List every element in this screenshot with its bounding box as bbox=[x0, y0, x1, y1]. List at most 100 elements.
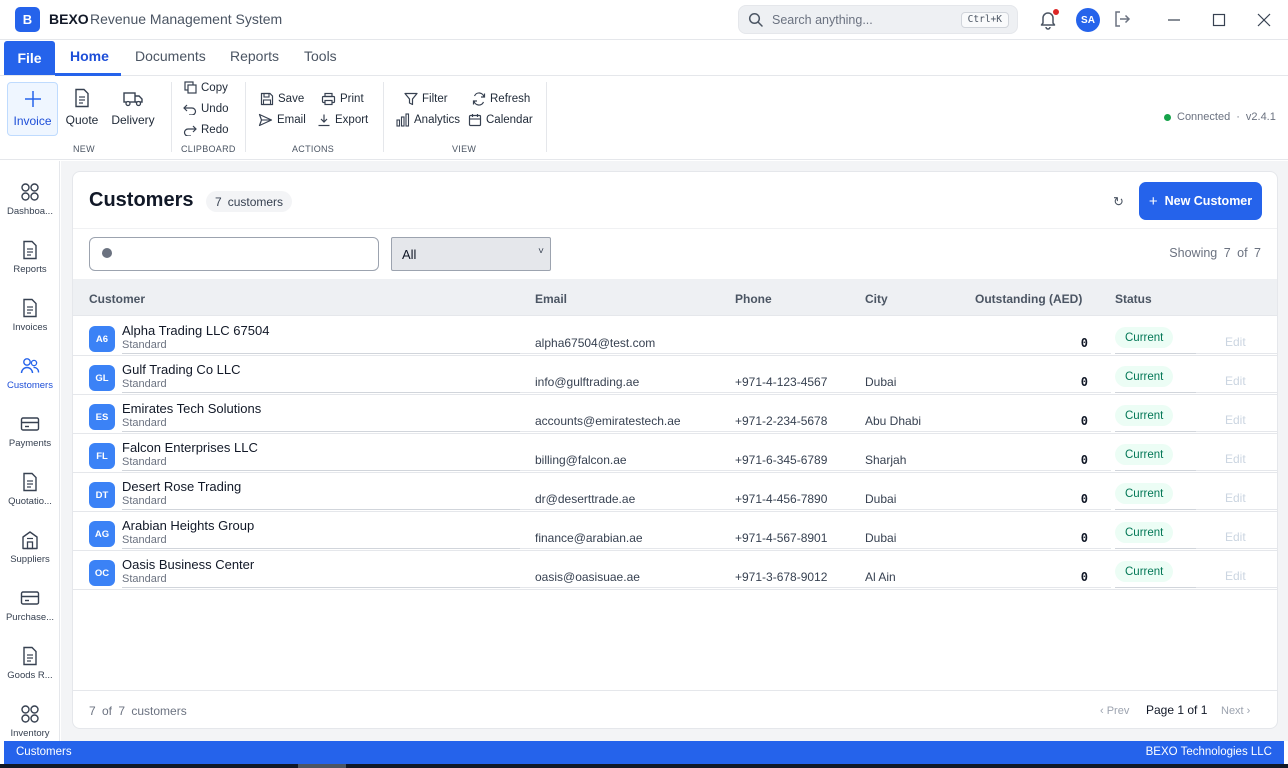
table-row[interactable]: FL Falcon Enterprises LLC Standard billing@… bbox=[73, 434, 1277, 473]
customer-tier: Standard bbox=[122, 378, 167, 390]
notifications-button[interactable] bbox=[1037, 8, 1060, 33]
edit-button[interactable]: Edit bbox=[1225, 335, 1246, 349]
undo-button[interactable]: Undo bbox=[183, 102, 229, 115]
edit-button[interactable]: Edit bbox=[1225, 491, 1246, 505]
divider bbox=[73, 228, 1277, 229]
tab-tools[interactable]: Tools bbox=[304, 48, 337, 64]
status-bar-section: Customers bbox=[16, 746, 72, 758]
column-header-phone[interactable]: Phone bbox=[735, 292, 772, 306]
customer-name[interactable]: Arabian Heights Group bbox=[122, 518, 254, 533]
cell-divider bbox=[520, 587, 1111, 588]
customer-search-field[interactable] bbox=[89, 237, 379, 271]
print-button[interactable]: Print bbox=[321, 92, 364, 106]
customer-name[interactable]: Falcon Enterprises LLC bbox=[122, 440, 258, 455]
tab-home[interactable]: Home bbox=[70, 48, 109, 64]
table-row[interactable]: DT Desert Rose Trading Standard dr@deserttr… bbox=[73, 473, 1277, 512]
column-header-outstanding[interactable]: Outstanding (AED) bbox=[975, 292, 1082, 306]
edit-button[interactable]: Edit bbox=[1225, 530, 1246, 544]
sidebar-item-purchase[interactable]: Purchase... bbox=[0, 579, 60, 637]
bell-icon bbox=[1037, 12, 1059, 33]
print-icon bbox=[321, 92, 336, 106]
maximize-button[interactable] bbox=[1205, 6, 1233, 34]
sidebar-item-suppliers[interactable]: Suppliers bbox=[0, 521, 60, 579]
ribbon-group-new-label: NEW bbox=[73, 144, 95, 154]
search-placeholder: Search anything... bbox=[772, 13, 873, 27]
sidebar-item-payments[interactable]: Payments bbox=[0, 405, 60, 463]
card-icon bbox=[20, 587, 40, 609]
sidebar-item-quotations[interactable]: Quotatio... bbox=[0, 463, 60, 521]
redo-button[interactable]: Redo bbox=[183, 123, 229, 136]
new-delivery-button[interactable]: Delivery bbox=[108, 82, 158, 136]
filter-icon bbox=[404, 92, 418, 106]
file-menu-button[interactable]: File bbox=[4, 41, 55, 75]
column-header-city[interactable]: City bbox=[865, 292, 888, 306]
search-indicator-icon bbox=[102, 248, 112, 258]
logout-icon[interactable] bbox=[1112, 9, 1132, 32]
tab-documents[interactable]: Documents bbox=[135, 48, 206, 64]
table-row[interactable]: A6 Alpha Trading LLC 67504 Standard alpha67… bbox=[73, 317, 1277, 356]
table-row[interactable]: AG Arabian Heights Group Standard finance@a… bbox=[73, 512, 1277, 551]
cell-divider bbox=[520, 509, 1111, 510]
sidebar-item-reports[interactable]: Reports bbox=[0, 231, 60, 289]
column-header-email[interactable]: Email bbox=[535, 292, 567, 306]
column-header-status[interactable]: Status bbox=[1115, 292, 1152, 306]
save-icon bbox=[260, 92, 274, 106]
close-button[interactable] bbox=[1250, 6, 1278, 34]
calendar-button[interactable]: Calendar bbox=[468, 113, 533, 127]
table-row[interactable]: GL Gulf Trading Co LLC Standard info@gulftr… bbox=[73, 356, 1277, 395]
customer-search-input[interactable] bbox=[118, 244, 368, 264]
save-label: Save bbox=[278, 93, 305, 105]
tab-reports[interactable]: Reports bbox=[230, 48, 279, 64]
edit-button[interactable]: Edit bbox=[1225, 413, 1246, 427]
copy-button[interactable]: Copy bbox=[184, 81, 228, 94]
user-avatar[interactable]: SA bbox=[1076, 8, 1100, 32]
new-invoice-button[interactable]: Invoice bbox=[7, 82, 58, 136]
sidebar-item-dashboard[interactable]: Dashboa... bbox=[0, 173, 60, 231]
cell-divider bbox=[122, 509, 520, 510]
sidebar-item-label: Suppliers bbox=[10, 554, 50, 565]
save-button[interactable]: Save bbox=[260, 92, 304, 106]
customer-name[interactable]: Emirates Tech Solutions bbox=[122, 401, 261, 416]
prev-page-button[interactable]: ‹ Prev bbox=[1100, 705, 1129, 717]
refresh-button[interactable]: Refresh bbox=[472, 92, 530, 106]
reload-icon[interactable]: ↻ bbox=[1113, 194, 1124, 210]
edit-button[interactable]: Edit bbox=[1225, 569, 1246, 583]
analytics-button[interactable]: Analytics bbox=[396, 113, 460, 127]
sidebar-item-customers[interactable]: Customers bbox=[0, 347, 60, 405]
minimize-button[interactable] bbox=[1160, 6, 1188, 34]
cell-divider bbox=[1115, 548, 1196, 549]
sidebar-item-goods-receipt[interactable]: Goods R... bbox=[0, 637, 60, 695]
table-row[interactable]: ES Emirates Tech Solutions Standard account… bbox=[73, 395, 1277, 434]
document-icon bbox=[22, 297, 38, 319]
grid-icon bbox=[20, 181, 40, 203]
new-quote-button[interactable]: Quote bbox=[62, 82, 102, 136]
customer-name[interactable]: Desert Rose Trading bbox=[122, 479, 241, 494]
email-button[interactable]: Email bbox=[258, 113, 306, 127]
next-page-button[interactable]: Next › bbox=[1221, 705, 1250, 717]
new-customer-button[interactable]: + New Customer bbox=[1139, 182, 1262, 220]
edit-button[interactable]: Edit bbox=[1225, 452, 1246, 466]
undo-label: Undo bbox=[201, 102, 229, 115]
customer-count-word: customers bbox=[227, 194, 284, 209]
export-button[interactable]: Export bbox=[317, 113, 368, 127]
global-search[interactable]: Search anything... Ctrl+K bbox=[738, 5, 1018, 34]
sidebar-item-invoices[interactable]: Invoices bbox=[0, 289, 60, 347]
customer-name[interactable]: Alpha Trading LLC 67504 bbox=[122, 323, 269, 338]
plus-icon: + bbox=[1148, 192, 1158, 210]
edit-button[interactable]: Edit bbox=[1225, 374, 1246, 388]
cell-divider bbox=[1196, 548, 1277, 549]
customer-tier: Standard bbox=[122, 417, 167, 429]
status-filter-select[interactable]: All ˅ bbox=[391, 237, 551, 271]
column-header-customer[interactable]: Customer bbox=[89, 292, 145, 306]
card-icon bbox=[20, 413, 40, 435]
customer-tier: Standard bbox=[122, 456, 167, 468]
filter-button[interactable]: Filter bbox=[404, 92, 448, 106]
customer-name[interactable]: Gulf Trading Co LLC bbox=[122, 362, 241, 377]
menu-bar: File Home Documents Reports Tools bbox=[0, 40, 1288, 76]
sidebar-item-label: Dashboa... bbox=[7, 206, 53, 217]
document-icon bbox=[22, 645, 38, 667]
sidebar-item-label: Reports bbox=[13, 264, 47, 275]
table-row[interactable]: OC Oasis Business Center Standard oasis@oas… bbox=[73, 551, 1277, 590]
customer-name[interactable]: Oasis Business Center bbox=[122, 557, 254, 572]
customer-avatar: DT bbox=[89, 482, 115, 508]
